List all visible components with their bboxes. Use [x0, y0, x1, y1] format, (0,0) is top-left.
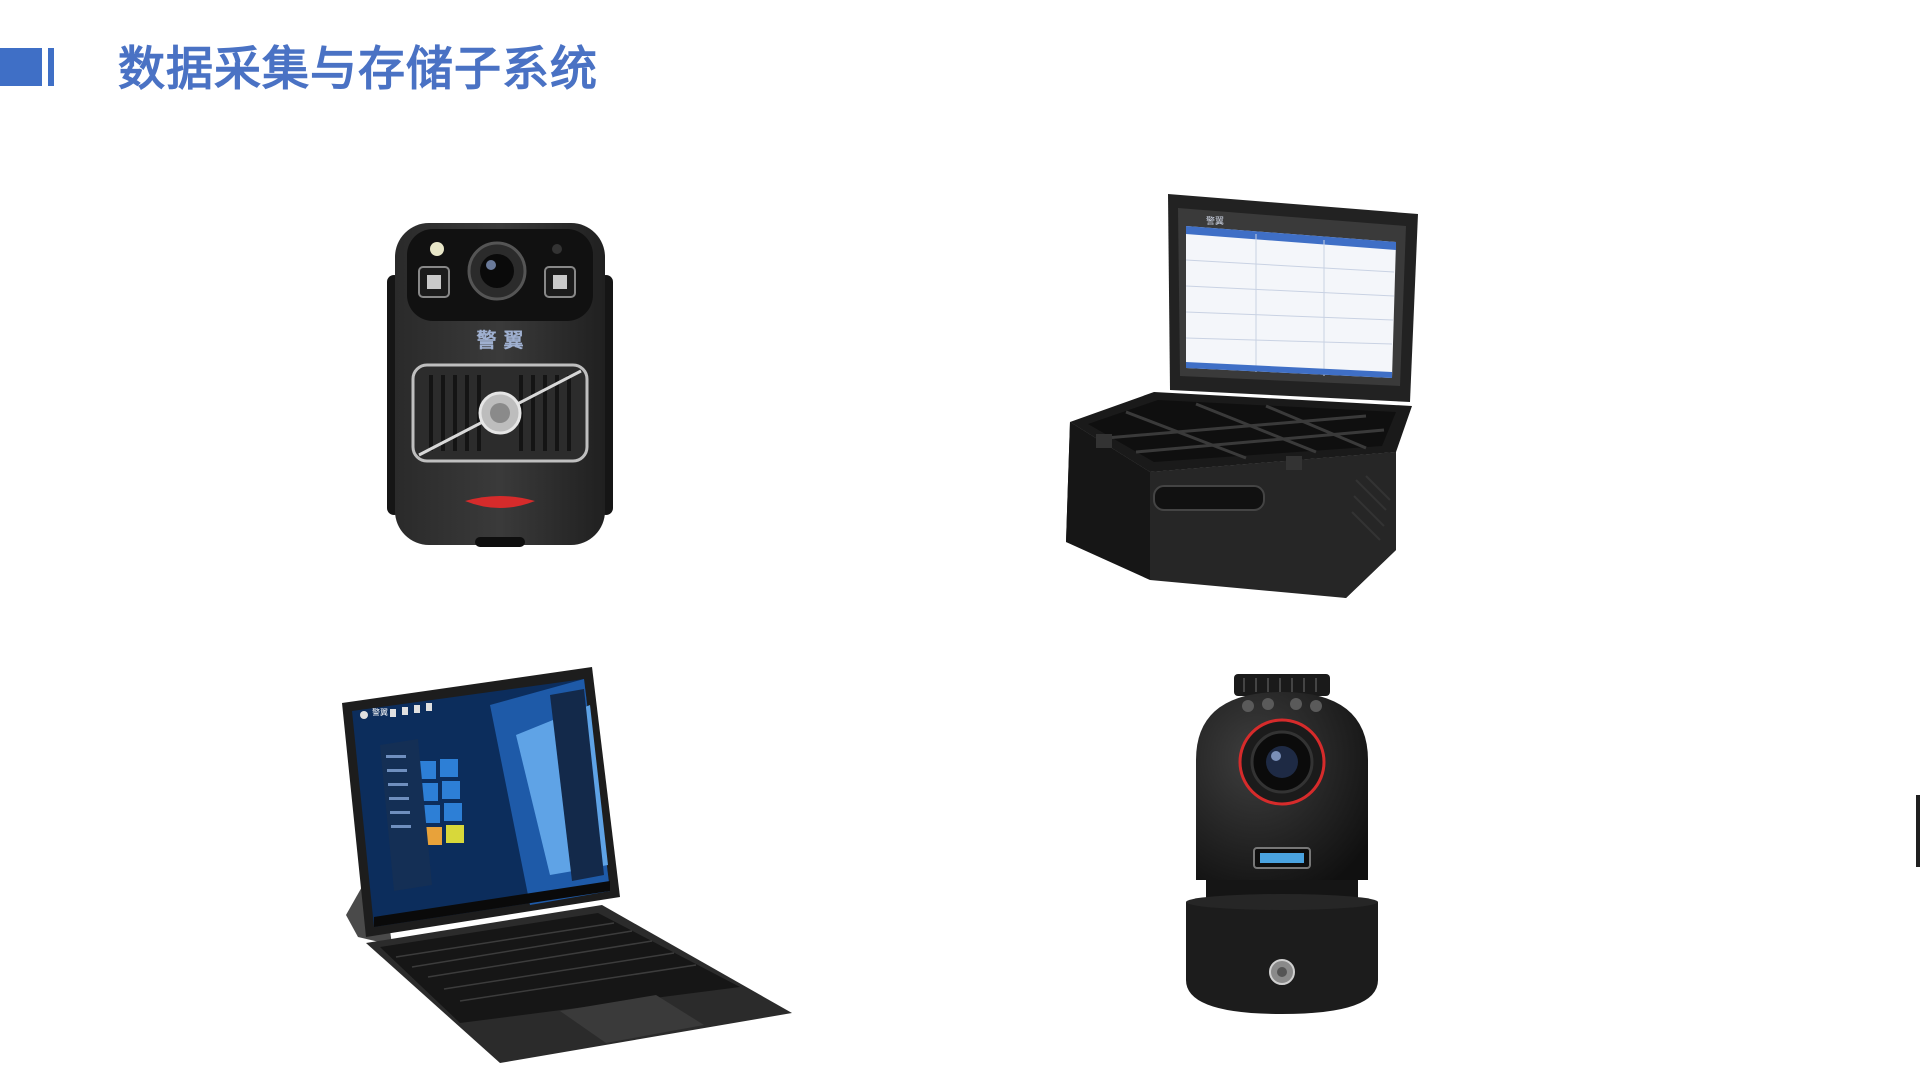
slide: 数据采集与存储子系统 警 翼 警翼 警翼	[0, 0, 1920, 1080]
edge-marker	[1916, 795, 1920, 867]
title-accent-bar-thin	[48, 48, 54, 86]
page-title: 数据采集与存储子系统	[118, 42, 598, 97]
tablet-pc-image: 警翼	[340, 665, 810, 1065]
collection-workstation-image: 警翼	[1066, 190, 1426, 600]
body-camera-image: 警 翼	[385, 215, 615, 555]
workstation-brand: 警翼	[1206, 215, 1224, 227]
body-camera-brand: 警 翼	[477, 328, 524, 352]
tablet-brand: 警翼	[372, 707, 388, 717]
title-accent-bar	[0, 48, 42, 86]
ptz-camera-image	[1166, 670, 1398, 1016]
